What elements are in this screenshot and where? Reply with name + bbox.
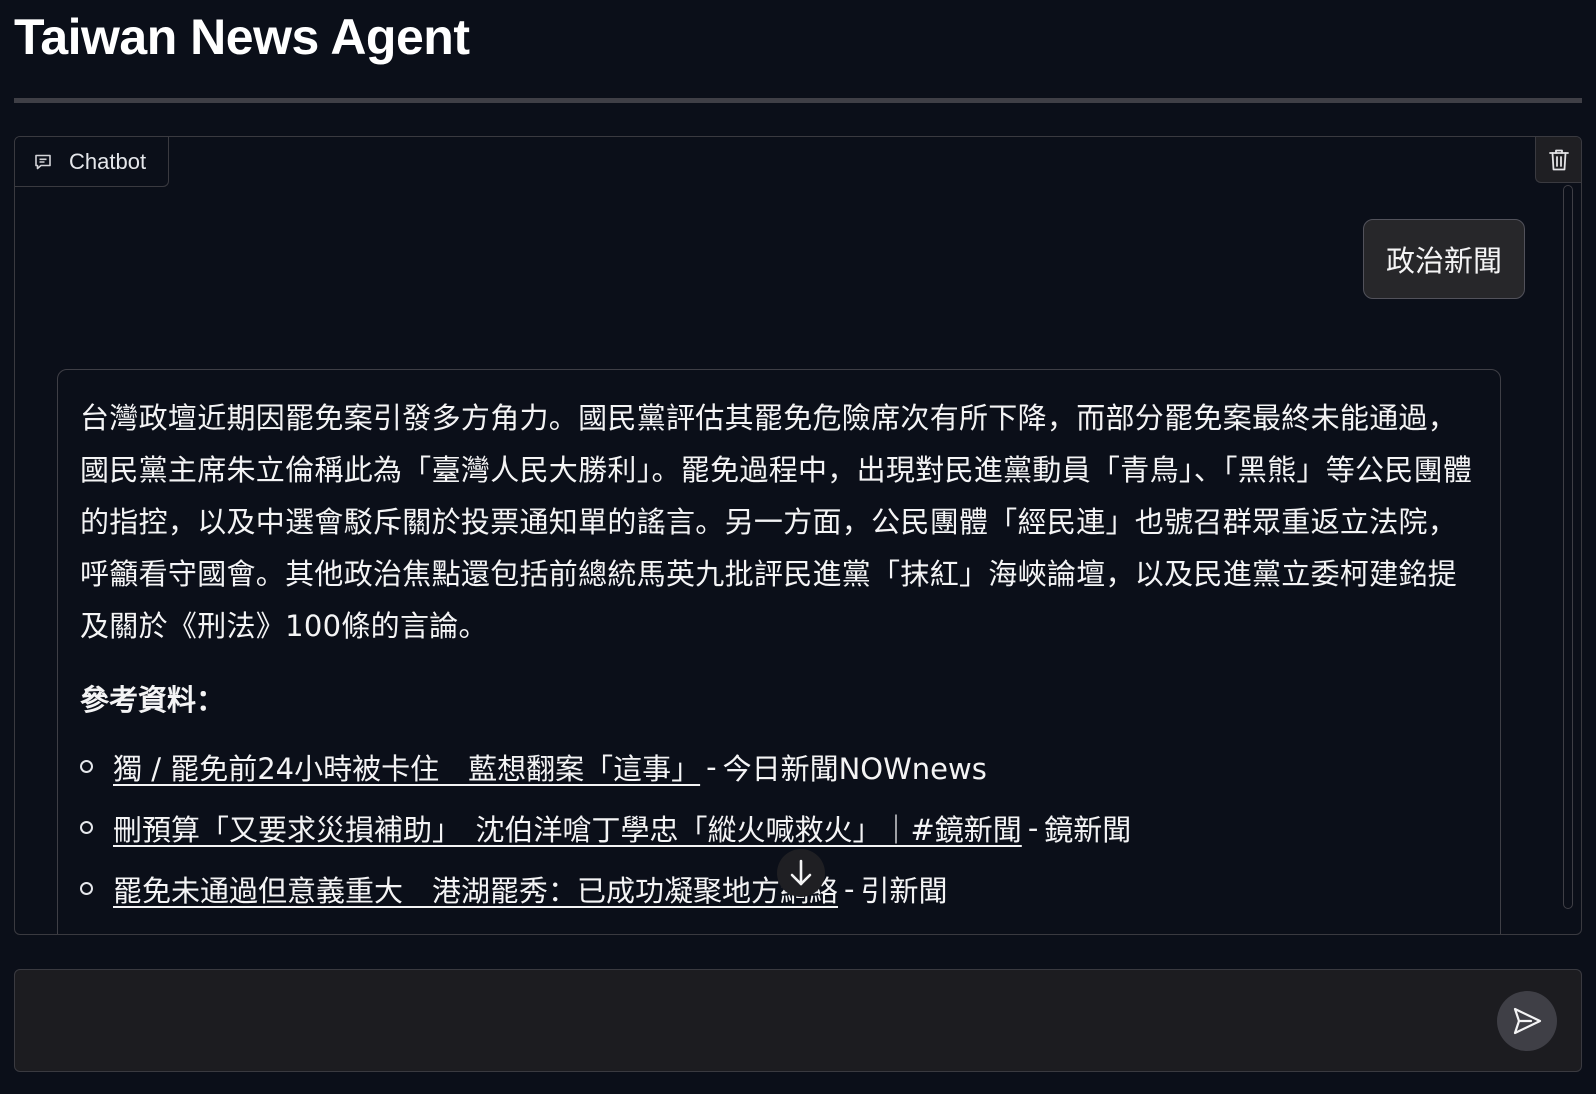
chat-scrollbar-thumb[interactable] [1563, 185, 1573, 909]
arrow-down-icon [788, 858, 814, 888]
chat-scrollbar[interactable] [1561, 185, 1575, 909]
message-input[interactable] [33, 988, 1473, 1054]
references-list: 獨 / 罷免前24小時被卡住 藍想翻案「這事」 - 今日新聞NOWnews 刪預… [80, 736, 1478, 919]
chatbot-label-text: Chatbot [69, 148, 147, 174]
app-title: Taiwan News Agent [14, 9, 470, 65]
message-composer [14, 969, 1582, 1072]
references-heading: 參考資料： [80, 683, 226, 717]
reference-link[interactable]: 刪預算「又要求災損補助」 沈伯洋嗆丁學忠「縱火喊救火」｜#鏡新聞 [113, 807, 1022, 849]
scroll-to-bottom-button[interactable] [777, 849, 825, 897]
bullet-icon [80, 821, 93, 834]
reference-link[interactable]: 獨 / 罷免前24小時被卡住 藍想翻案「這事」 [113, 746, 700, 788]
reference-source: 今日新聞NOWnews [722, 751, 987, 786]
chat-bubble-icon [31, 150, 55, 174]
send-button[interactable] [1497, 991, 1557, 1051]
clear-chat-button[interactable] [1535, 137, 1581, 183]
user-message: 政治新聞 [1362, 219, 1525, 299]
send-icon [1511, 1005, 1543, 1037]
bullet-icon [80, 882, 93, 895]
bot-message-text: 台灣政壇近期因罷免案引發多方角力。國民黨評估其罷免危險席次有所下降，而部分罷免案… [80, 401, 1473, 643]
chatbot-label: Chatbot [15, 137, 169, 187]
chatbot-panel: Chatbot 政治新聞 台灣政壇近期因罷免案引發多方角力。國民黨評估其罷免危險… [14, 136, 1582, 935]
title-divider [14, 98, 1582, 103]
bot-message: 台灣政壇近期因罷免案引發多方角力。國民黨評估其罷免危險席次有所下降，而部分罷免案… [57, 369, 1501, 934]
reference-item: 獨 / 罷免前24小時被卡住 藍想翻案「這事」 - 今日新聞NOWnews [80, 736, 1478, 797]
reference-source: 鏡新聞 [1044, 812, 1132, 847]
bullet-icon [80, 760, 93, 773]
reference-link[interactable]: 罷免未通過但意義重大 港湖罷秀：已成功凝聚地方網絡 [113, 868, 838, 910]
reference-item: 刪預算「又要求災損補助」 沈伯洋嗆丁學忠「縱火喊救火」｜#鏡新聞 - 鏡新聞 [80, 797, 1478, 858]
reference-source: 引新聞 [860, 873, 948, 908]
trash-icon [1548, 148, 1570, 172]
